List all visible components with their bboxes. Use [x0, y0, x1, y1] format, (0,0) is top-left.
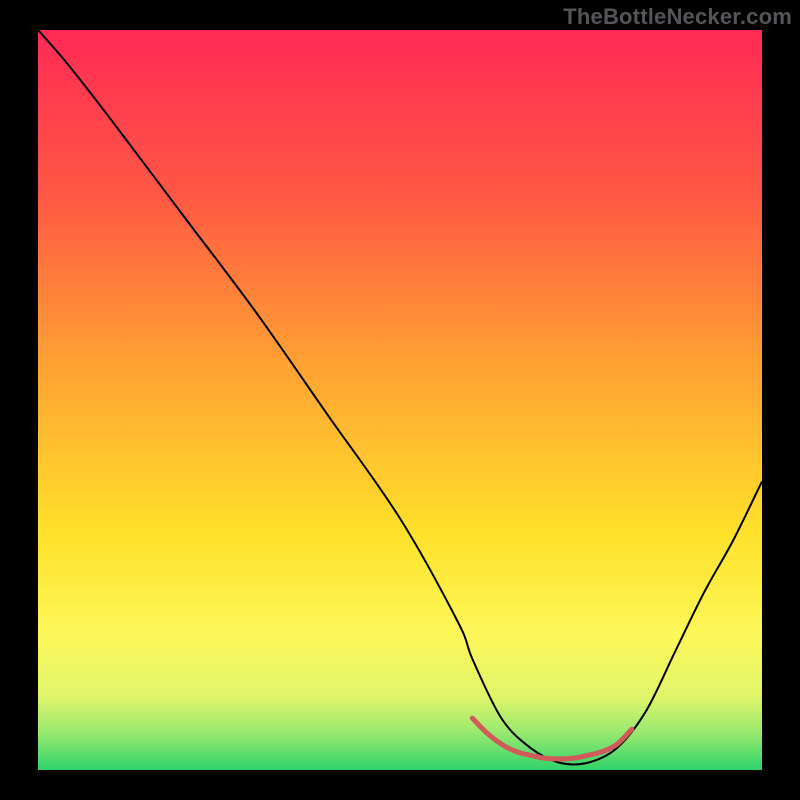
- chart-svg: [38, 30, 762, 770]
- gradient-background: [38, 30, 762, 770]
- plot-area: [38, 30, 762, 770]
- chart-frame: TheBottleNecker.com: [0, 0, 800, 800]
- watermark-text: TheBottleNecker.com: [563, 4, 792, 30]
